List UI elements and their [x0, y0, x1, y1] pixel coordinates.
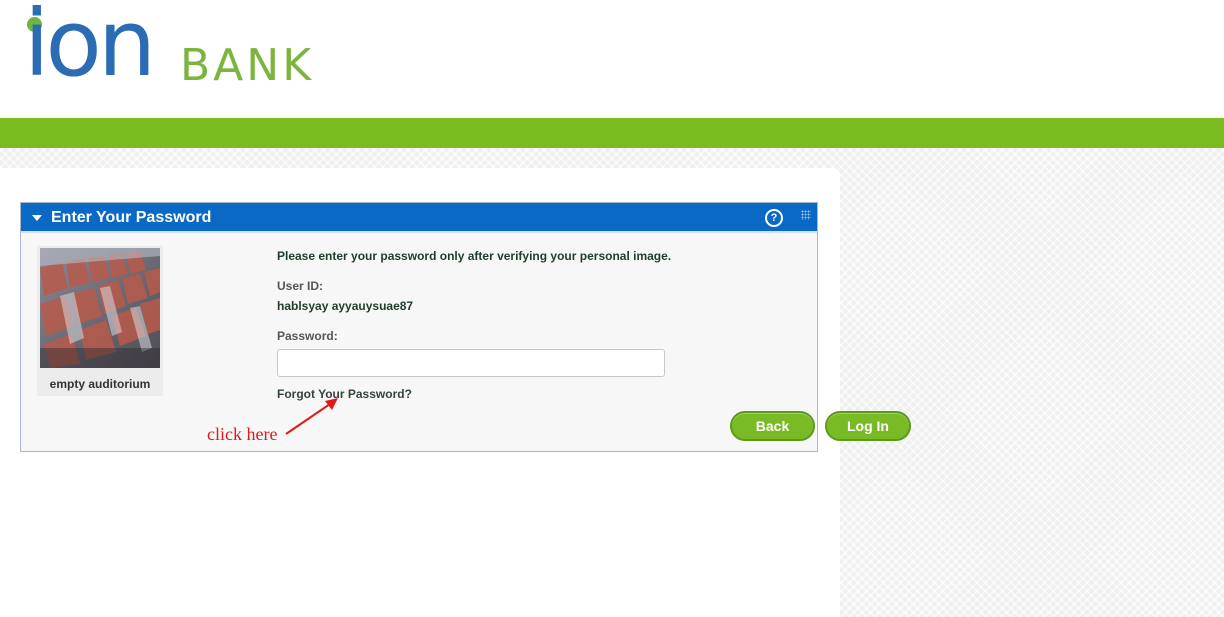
- password-field[interactable]: [277, 349, 665, 377]
- userid-label: User ID:: [277, 279, 324, 293]
- personal-image: [40, 248, 160, 368]
- help-circle-icon[interactable]: ?: [765, 209, 783, 227]
- password-panel: Enter Your Password ? empty auditorium P…: [20, 202, 911, 452]
- drag-grip-icon[interactable]: [801, 210, 811, 220]
- ion-bank-logo[interactable]: ion BANK: [24, 0, 324, 104]
- panel-header[interactable]: Enter Your Password ?: [21, 203, 817, 233]
- red-arrow-icon: [285, 398, 338, 435]
- site-header: ion BANK: [0, 0, 1224, 118]
- back-button[interactable]: Back: [730, 411, 815, 441]
- click-here-annotation: click here: [207, 424, 278, 444]
- panel-title: Enter Your Password: [51, 209, 212, 226]
- instruction-text: Please enter your password only after ve…: [277, 249, 672, 263]
- green-banner-bar: [0, 118, 1224, 148]
- caret-down-icon[interactable]: [32, 215, 42, 221]
- personal-image-box: empty auditorium: [37, 246, 163, 396]
- password-label: Password:: [277, 329, 338, 343]
- login-button[interactable]: Log In: [825, 411, 911, 441]
- personal-image-caption: empty auditorium: [49, 377, 151, 391]
- userid-value: hablsyay ayyauysuae87: [277, 299, 414, 313]
- logo-ion-text: ion: [24, 0, 156, 97]
- logo-bank-text: BANK: [180, 40, 315, 91]
